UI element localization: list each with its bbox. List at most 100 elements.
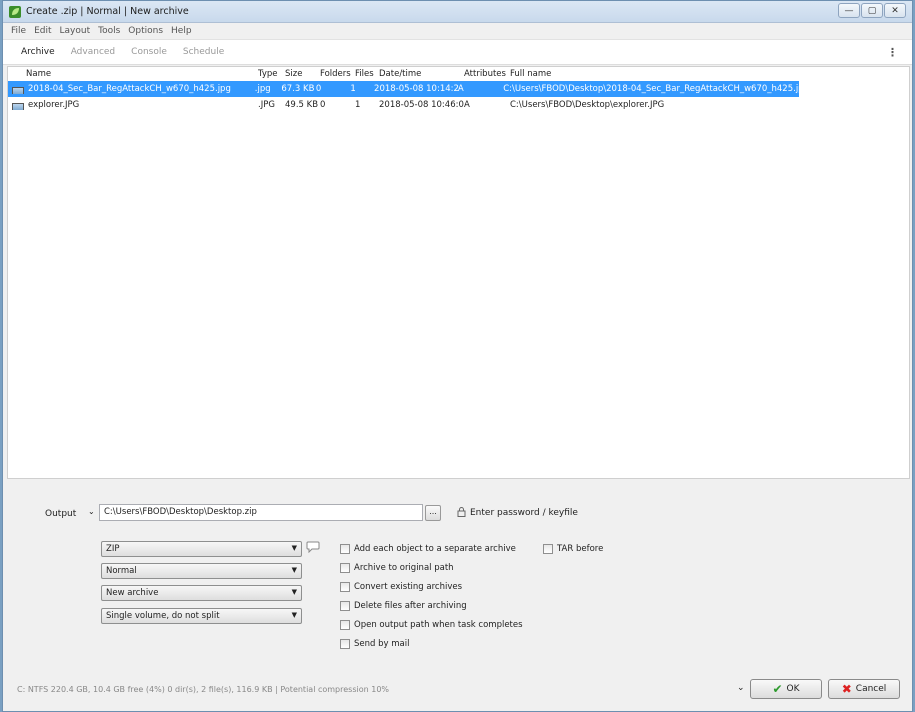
dropdown-arrow-icon: ▼ (291, 566, 297, 574)
title-bar: Create .zip | Normal | New archive — ▢ ✕ (3, 1, 912, 23)
options-panel: Output ⌄ C:\Users\FBOD\Desktop\Desktop.z… (3, 481, 912, 711)
dropdown-arrow-icon: ▼ (291, 611, 297, 619)
file-attributes: A (464, 100, 470, 110)
archive-mode-select[interactable]: New archive ▼ (101, 585, 302, 601)
ok-options-chevron-icon[interactable]: ⌄ (737, 683, 745, 693)
image-file-icon (12, 103, 24, 110)
tab-archive[interactable]: Archive (13, 39, 63, 65)
checkbox-label: Convert existing archives (354, 582, 463, 592)
checkmark-icon: ✔ (772, 682, 783, 696)
maximize-button[interactable]: ▢ (861, 3, 883, 18)
tab-advanced[interactable]: Advanced (63, 39, 123, 65)
menu-edit[interactable]: Edit (34, 26, 51, 36)
delete-files-checkbox[interactable]: Delete files after archiving (340, 601, 467, 611)
checkbox-box[interactable] (543, 544, 553, 554)
more-options-icon[interactable]: ⋮ (887, 46, 898, 59)
checkbox-box[interactable] (340, 639, 350, 649)
file-name-text: explorer.JPG (28, 100, 80, 110)
separate-archive-checkbox[interactable]: Add each object to a separate archive (340, 544, 516, 554)
ok-button[interactable]: ✔ OK (750, 679, 822, 699)
tab-console[interactable]: Console (123, 39, 175, 65)
compression-level-select[interactable]: Normal ▼ (101, 563, 302, 579)
file-datetime: 2018-05-08 10:46:02 (379, 100, 464, 110)
file-row[interactable]: 2018-04_Sec_Bar_RegAttackCH_w670_h425.jp… (8, 81, 799, 97)
file-name: explorer.JPG (8, 100, 258, 110)
file-folders: 0 (315, 84, 322, 94)
file-fullname: C:\Users\FBOD\Desktop\2018-04_Sec_Bar_Re… (503, 84, 799, 94)
split-select[interactable]: Single volume, do not split ▼ (101, 608, 302, 624)
checkbox-box[interactable] (340, 601, 350, 611)
format-select[interactable]: ZIP ▼ (101, 541, 302, 557)
window-controls: — ▢ ✕ (838, 3, 906, 18)
open-output-checkbox[interactable]: Open output path when task completes (340, 620, 523, 630)
file-datetime: 2018-05-08 10:14:24 (374, 84, 458, 94)
status-bar: C: NTFS 220.4 GB, 10.4 GB free (4%) 0 di… (17, 685, 390, 694)
menu-bar: File Edit Layout Tools Options Help (3, 23, 912, 39)
output-path-input[interactable]: C:\Users\FBOD\Desktop\Desktop.zip (99, 504, 423, 521)
file-files: 1 (355, 100, 361, 110)
file-size: 67.3 KB (281, 84, 315, 94)
checkbox-label: Archive to original path (354, 563, 454, 573)
dropdown-arrow-icon: ▼ (291, 544, 297, 552)
menu-help[interactable]: Help (171, 26, 192, 36)
app-window: Create .zip | Normal | New archive — ▢ ✕… (2, 0, 913, 712)
menu-tools[interactable]: Tools (98, 26, 120, 36)
tab-bar: Archive Advanced Console Schedule ⋮ (3, 39, 912, 65)
close-button[interactable]: ✕ (884, 3, 906, 18)
app-leaf-icon (9, 5, 21, 18)
cancel-button[interactable]: ✖ Cancel (828, 679, 900, 699)
column-files[interactable]: Files (355, 69, 379, 79)
image-file-icon (12, 87, 24, 94)
checkbox-label: Send by mail (354, 639, 410, 649)
checkbox-label: TAR before (557, 544, 604, 554)
cancel-button-label: Cancel (855, 684, 887, 694)
checkbox-box[interactable] (340, 582, 350, 592)
format-select-value: ZIP (106, 544, 120, 554)
output-history-chevron-icon[interactable]: ⌄ (88, 507, 95, 516)
checkbox-label: Add each object to a separate archive (354, 544, 516, 554)
file-files: 1 (350, 84, 356, 94)
file-list[interactable]: Name Type Size Folders Files Date/time A… (7, 66, 910, 479)
column-name[interactable]: Name (8, 69, 258, 79)
column-fullname[interactable]: Full name (510, 69, 810, 79)
file-name: 2018-04_Sec_Bar_RegAttackCH_w670_h425.jp… (8, 84, 255, 94)
file-folders: 0 (320, 100, 326, 110)
file-list-header: Name Type Size Folders Files Date/time A… (8, 67, 909, 81)
send-mail-checkbox[interactable]: Send by mail (340, 639, 409, 649)
checkbox-label: Delete files after archiving (354, 601, 467, 611)
format-info-icon[interactable] (306, 541, 320, 556)
minimize-button[interactable]: — (838, 3, 860, 18)
level-select-value: Normal (106, 566, 137, 576)
file-type: .JPG (258, 100, 275, 110)
file-type: .jpg (254, 84, 271, 94)
checkbox-box[interactable] (340, 563, 350, 573)
browse-button[interactable]: ... (425, 505, 441, 521)
column-attributes[interactable]: Attributes (464, 69, 510, 79)
ok-button-label: OK (786, 684, 800, 694)
column-folders[interactable]: Folders (320, 69, 355, 79)
checkbox-box[interactable] (340, 620, 350, 630)
column-type[interactable]: Type (258, 69, 285, 79)
menu-options[interactable]: Options (128, 26, 163, 36)
tab-schedule[interactable]: Schedule (175, 39, 232, 65)
password-link[interactable]: Enter password / keyfile (470, 508, 578, 518)
cancel-x-icon: ✖ (841, 682, 852, 696)
convert-archives-checkbox[interactable]: Convert existing archives (340, 582, 462, 592)
original-path-checkbox[interactable]: Archive to original path (340, 563, 454, 573)
column-datetime[interactable]: Date/time (379, 69, 464, 79)
mode-select-value: New archive (106, 588, 159, 598)
column-size[interactable]: Size (285, 69, 320, 79)
split-select-value: Single volume, do not split (106, 611, 220, 621)
dropdown-arrow-icon: ▼ (291, 588, 297, 596)
checkbox-box[interactable] (340, 544, 350, 554)
window-title: Create .zip | Normal | New archive (26, 6, 189, 17)
file-row[interactable]: explorer.JPG .JPG 49.5 KB 0 1 2018-05-08… (8, 97, 909, 113)
checkbox-label: Open output path when task completes (354, 620, 523, 630)
menu-layout[interactable]: Layout (60, 26, 91, 36)
lock-icon (457, 507, 466, 520)
tar-before-checkbox[interactable]: TAR before (543, 544, 603, 554)
file-fullname: C:\Users\FBOD\Desktop\explorer.JPG (510, 100, 665, 110)
file-size: 49.5 KB (285, 100, 319, 110)
output-label: Output (45, 509, 77, 519)
menu-file[interactable]: File (11, 26, 26, 36)
